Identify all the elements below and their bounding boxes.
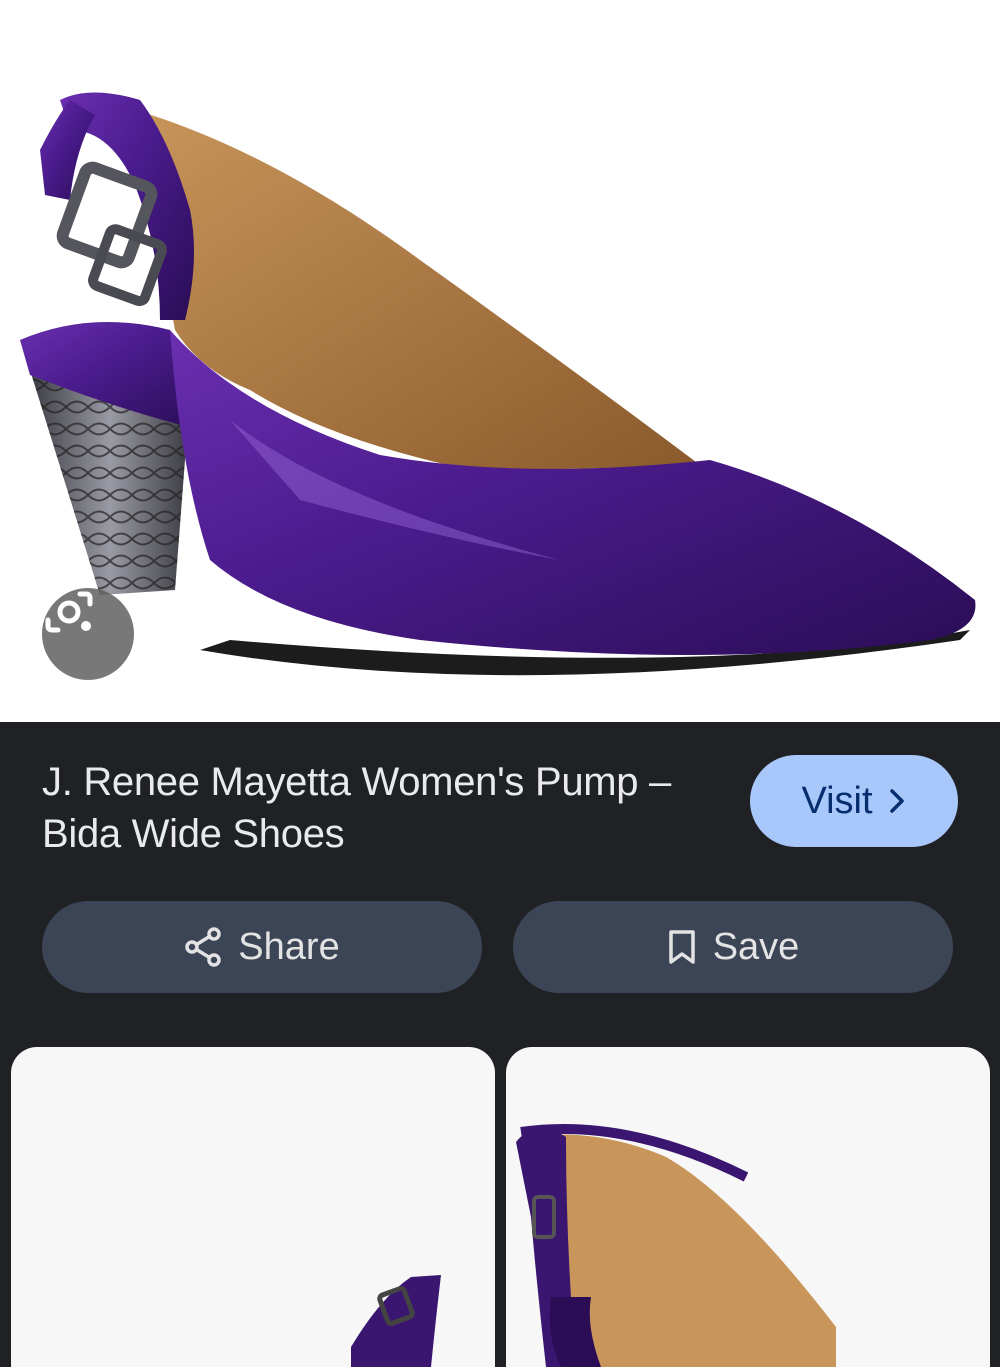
- related-result-card[interactable]: [506, 1047, 990, 1367]
- save-label: Save: [712, 925, 800, 968]
- shoe-illustration: [20, 92, 976, 676]
- share-label: Share: [238, 925, 340, 968]
- lens-camera-icon: [45, 591, 93, 633]
- chevron-right-icon: [889, 789, 904, 813]
- save-button[interactable]: Save: [513, 901, 953, 993]
- related-shoe-image: [351, 1275, 441, 1367]
- product-info-panel: J. Renee Mayetta Women's Pump – Bida Wid…: [0, 722, 1000, 1367]
- share-icon: [185, 927, 222, 967]
- related-result-card[interactable]: [11, 1047, 495, 1367]
- related-shoe-image: [516, 1124, 836, 1367]
- bookmark-icon: [668, 930, 695, 964]
- product-title: J. Renee Mayetta Women's Pump – Bida Wid…: [42, 760, 672, 856]
- share-button[interactable]: Share: [42, 901, 482, 993]
- visit-button[interactable]: Visit: [750, 755, 958, 847]
- visit-label: Visit: [801, 779, 873, 822]
- product-hero-image[interactable]: [0, 0, 1000, 722]
- lens-search-button[interactable]: [42, 588, 134, 680]
